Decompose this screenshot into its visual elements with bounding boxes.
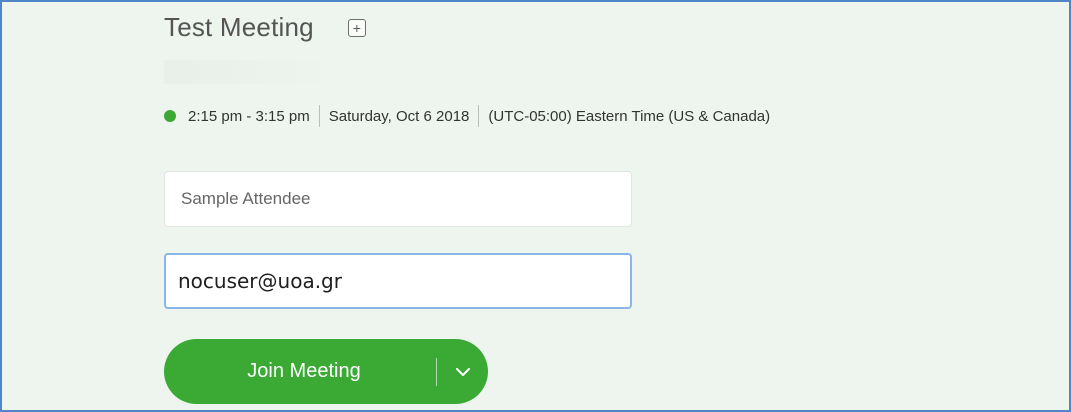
meeting-date: Saturday, Oct 6 2018 xyxy=(328,107,470,125)
name-field-container xyxy=(164,171,632,227)
divider xyxy=(478,105,480,127)
meeting-info-row: 2:15 pm - 3:15 pm Saturday, Oct 6 2018 (… xyxy=(164,105,770,127)
title-row: Test Meeting + xyxy=(164,12,366,43)
join-meeting-label: Join Meeting xyxy=(247,360,361,382)
meeting-time: 2:15 pm - 3:15 pm xyxy=(188,107,310,125)
join-options-dropdown[interactable] xyxy=(437,339,488,404)
faded-placeholder-bar xyxy=(164,60,364,84)
plus-square-icon[interactable]: + xyxy=(347,18,366,37)
join-meeting-button[interactable]: Join Meeting xyxy=(164,339,488,404)
name-input[interactable] xyxy=(181,189,615,209)
chevron-down-icon xyxy=(455,367,470,376)
meeting-title: Test Meeting xyxy=(164,12,314,42)
email-field-container xyxy=(164,253,632,309)
divider xyxy=(318,105,320,127)
status-dot-icon xyxy=(164,110,176,122)
meeting-join-panel: Test Meeting + 2:15 pm - 3:15 pm Saturda… xyxy=(0,0,1071,412)
meeting-timezone: (UTC-05:00) Eastern Time (US & Canada) xyxy=(488,107,771,125)
email-input[interactable] xyxy=(178,269,618,293)
